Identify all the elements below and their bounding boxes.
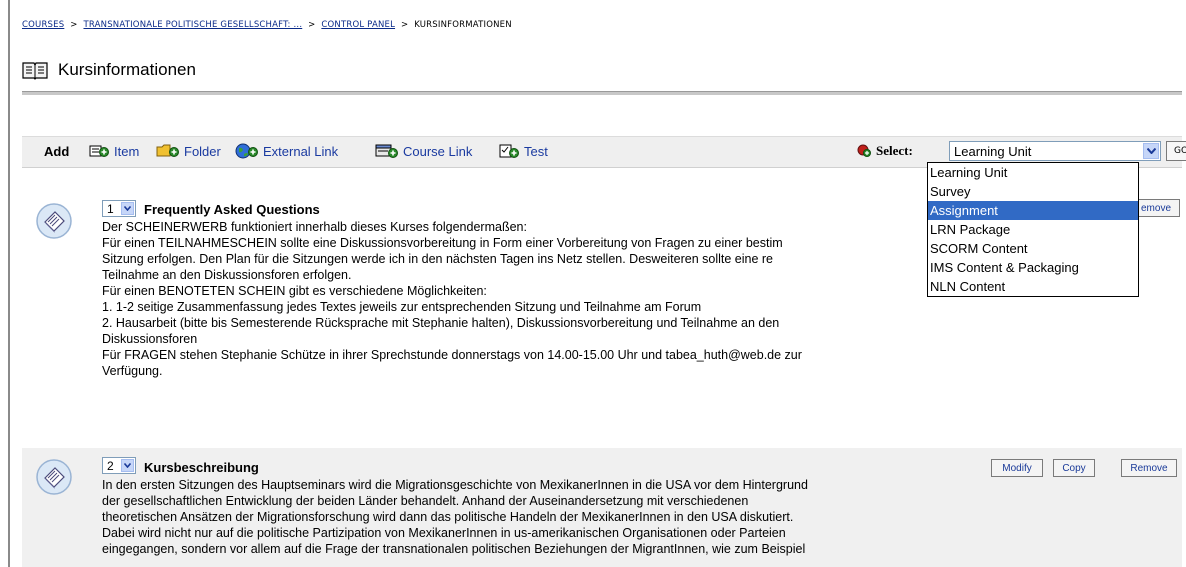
position-value: 1: [107, 202, 114, 216]
title-divider: [22, 91, 1182, 95]
breadcrumb-courses[interactable]: COURSES: [22, 20, 64, 30]
content-type-select[interactable]: Learning Unit: [949, 141, 1161, 161]
description-line: eingegangen, sondern vor allem auf die F…: [102, 542, 806, 556]
description-line: Für einen BENOTETEN SCHEIN gibt es versc…: [102, 284, 487, 298]
content-item: 2 Kursbeschreibung In den ersten Sitzung…: [22, 448, 1182, 567]
add-label: Add: [44, 144, 70, 159]
add-item-link[interactable]: Item: [88, 143, 139, 159]
modify-button[interactable]: Modify: [991, 459, 1043, 477]
document-icon: [36, 459, 72, 495]
breadcrumb-current: KURSINFORMATIONEN: [414, 20, 512, 30]
dropdown-option[interactable]: LRN Package: [928, 220, 1138, 239]
add-external-link[interactable]: External Link: [235, 143, 338, 159]
content-type-dropdown[interactable]: Learning Unit Survey Assignment LRN Pack…: [927, 162, 1139, 297]
description-line: 2. Hausarbeit (bitte bis Semesterende Rü…: [102, 316, 780, 330]
add-test-link[interactable]: Test: [498, 143, 548, 159]
document-icon: [36, 203, 72, 239]
chevron-down-icon[interactable]: [1143, 143, 1159, 159]
description-line: Diskussionsforen: [102, 332, 198, 346]
item-title[interactable]: Kursbeschreibung: [144, 460, 259, 475]
position-value: 2: [107, 459, 114, 473]
description-line: Teilnahme an den Diskussionsforen erfolg…: [102, 268, 352, 282]
copy-button[interactable]: Copy: [1053, 459, 1095, 477]
item-add-icon: [89, 145, 109, 157]
position-select[interactable]: 2: [102, 457, 136, 474]
dropdown-option[interactable]: Learning Unit: [928, 163, 1138, 182]
dropdown-option[interactable]: SCORM Content: [928, 239, 1138, 258]
content-type-select-value: Learning Unit: [954, 144, 1032, 159]
add-item-label: Item: [114, 143, 140, 159]
description-line: Dabei wird nicht nur auf die politische …: [102, 526, 786, 540]
globe-add-icon: [235, 143, 258, 159]
breadcrumb: COURSES > TRANSNATIONALE POLITISCHE GESE…: [22, 20, 512, 30]
dropdown-option[interactable]: NLN Content: [928, 277, 1138, 296]
dropdown-option-highlighted[interactable]: Assignment: [928, 201, 1138, 220]
description-line: Sitzung erfolgen. Den Plan für die Sitzu…: [102, 252, 774, 266]
chevron-down-icon[interactable]: [121, 202, 134, 215]
description-line: Für FRAGEN stehen Stephanie Schütze in i…: [102, 348, 802, 362]
position-select[interactable]: 1: [102, 200, 136, 217]
remove-button[interactable]: emove: [1132, 199, 1180, 217]
breadcrumb-separator: >: [400, 20, 409, 30]
page-header: Kursinformationen: [22, 55, 196, 85]
item-description: Der SCHEINERWERB funktioniert innerhalb …: [102, 219, 972, 379]
folder-add-icon: [156, 144, 179, 157]
select-label-text: Select:: [876, 143, 913, 158]
course-link-add-icon: [375, 144, 398, 158]
description-line: theoretischen Ansätzen der Migrationsfor…: [102, 510, 794, 524]
description-line: Der SCHEINERWERB funktioniert innerhalb …: [102, 220, 527, 234]
item-title[interactable]: Frequently Asked Questions: [144, 202, 320, 217]
remove-button[interactable]: Remove: [1121, 459, 1177, 477]
description-line: 1. 1-2 seitige Zusammenfassung jedes Tex…: [102, 300, 702, 314]
description-line: In den ersten Sitzungen des Hauptseminar…: [102, 478, 808, 492]
test-add-icon: [499, 144, 519, 158]
description-line: Verfügung.: [102, 364, 163, 378]
breadcrumb-control-panel[interactable]: CONTROL PANEL: [321, 20, 395, 30]
go-button[interactable]: GO: [1166, 141, 1186, 161]
breadcrumb-course[interactable]: TRANSNATIONALE POLITISCHE GESELLSCHAFT: …: [83, 20, 302, 30]
breadcrumb-separator: >: [70, 20, 78, 30]
book-icon: [22, 62, 48, 80]
add-course-link-label: Course Link: [403, 143, 473, 159]
chevron-down-icon[interactable]: [121, 459, 134, 472]
add-course-link[interactable]: Course Link: [375, 143, 472, 159]
add-test-label: Test: [524, 143, 548, 159]
select-add-icon: [857, 144, 871, 157]
select-label: Select:: [857, 143, 913, 159]
item-description: In den ersten Sitzungen des Hauptseminar…: [102, 477, 972, 557]
description-line: der gesellschaftlichen Entwicklung der b…: [102, 494, 749, 508]
breadcrumb-separator: >: [308, 20, 316, 30]
add-folder-link[interactable]: Folder: [156, 143, 221, 159]
dropdown-option[interactable]: IMS Content & Packaging: [928, 258, 1138, 277]
add-external-link-label: External Link: [263, 143, 339, 159]
left-border: [8, 0, 10, 567]
description-line: Für einen TEILNAHMESCHEIN sollte eine Di…: [102, 236, 783, 250]
dropdown-option[interactable]: Survey: [928, 182, 1138, 201]
page-title: Kursinformationen: [58, 60, 196, 79]
add-folder-label: Folder: [184, 143, 221, 159]
